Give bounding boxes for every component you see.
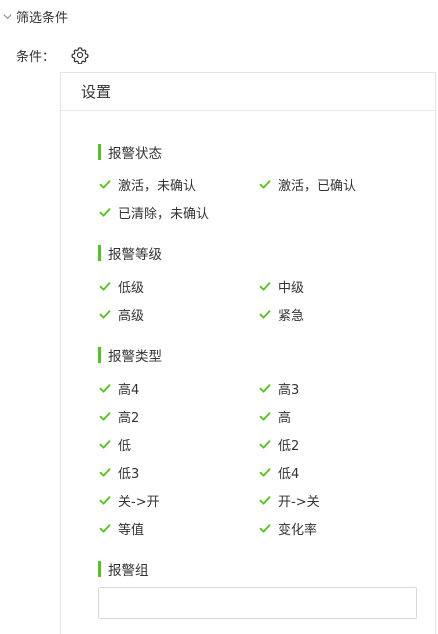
alarm-state-title: 报警状态 — [108, 146, 162, 162]
alarm-type-title: 报警类型 — [108, 349, 162, 365]
checkbox-label: 激活，已确认 — [278, 178, 357, 194]
checkmark-icon — [258, 465, 272, 479]
alarm-type-checkbox[interactable]: 高 — [258, 407, 292, 426]
settings-panel-title: 设置 — [81, 83, 112, 101]
checkmark-icon — [258, 409, 272, 423]
checkmark-icon — [98, 409, 112, 423]
checkbox-label: 紧急 — [278, 308, 305, 324]
checkmark-icon — [258, 381, 272, 395]
checkbox-label: 低 — [118, 438, 132, 454]
condition-label: 条件： — [16, 49, 56, 65]
alarm-level-checkbox[interactable]: 高级 — [98, 305, 145, 324]
checkbox-label: 开->关 — [278, 494, 320, 510]
alarm-type-checkbox[interactable]: 开->关 — [258, 491, 320, 510]
settings-panel: 设置 报警状态 激活，未确认 激活，已确认 已清除，未确认 报警等级 低级 中级… — [60, 72, 436, 634]
alarm-state-checkbox[interactable]: 激活，已确认 — [258, 175, 357, 194]
alarm-type-section-title: 报警类型 — [98, 346, 162, 365]
checkbox-label: 已清除，未确认 — [118, 206, 210, 222]
alarm-level-checkbox[interactable]: 紧急 — [258, 305, 305, 324]
checkmark-icon — [98, 177, 112, 191]
alarm-state-checkbox[interactable]: 已清除，未确认 — [98, 203, 210, 222]
checkbox-label: 高 — [278, 410, 292, 426]
alarm-type-checkbox[interactable]: 低4 — [258, 463, 300, 482]
checkbox-label: 高3 — [278, 382, 300, 398]
checkbox-label: 等值 — [118, 522, 145, 538]
checkmark-icon — [98, 279, 112, 293]
checkbox-label: 高4 — [118, 382, 140, 398]
checkmark-icon — [258, 437, 272, 451]
section-accent-bar — [98, 144, 101, 160]
filter-conditions-title: 筛选条件 — [16, 10, 69, 26]
checkmark-icon — [258, 307, 272, 321]
checkbox-label: 激活，未确认 — [118, 178, 197, 194]
alarm-type-checkbox[interactable]: 高4 — [98, 379, 140, 398]
alarm-type-checkbox[interactable]: 等值 — [98, 519, 145, 538]
alarm-type-checkbox[interactable]: 低2 — [258, 435, 300, 454]
alarm-group-title: 报警组 — [108, 563, 149, 579]
alarm-state-section-title: 报警状态 — [98, 143, 162, 162]
settings-panel-header: 设置 — [61, 73, 435, 111]
alarm-level-title: 报警等级 — [108, 247, 162, 263]
checkmark-icon — [258, 279, 272, 293]
checkbox-label: 高2 — [118, 410, 140, 426]
section-accent-bar — [98, 561, 101, 577]
checkbox-label: 低3 — [118, 466, 140, 482]
checkbox-label: 变化率 — [278, 522, 318, 538]
checkbox-label: 关->开 — [118, 494, 160, 510]
checkbox-label: 低2 — [278, 438, 300, 454]
alarm-group-input[interactable] — [98, 587, 417, 619]
condition-row: 条件： — [16, 44, 89, 66]
checkmark-icon — [98, 465, 112, 479]
alarm-level-checkbox[interactable]: 低级 — [98, 277, 145, 296]
alarm-level-checkbox[interactable]: 中级 — [258, 277, 305, 296]
checkmark-icon — [98, 307, 112, 321]
checkmark-icon — [98, 205, 112, 219]
alarm-type-checkbox[interactable]: 低3 — [98, 463, 140, 482]
checkmark-icon — [258, 493, 272, 507]
checkmark-icon — [98, 521, 112, 535]
filter-conditions-toggle[interactable]: 筛选条件 — [2, 6, 68, 26]
checkmark-icon — [98, 493, 112, 507]
checkmark-icon — [98, 437, 112, 451]
chevron-down-icon — [3, 13, 12, 19]
checkmark-icon — [98, 381, 112, 395]
checkbox-label: 中级 — [278, 280, 305, 296]
alarm-state-checkbox[interactable]: 激活，未确认 — [98, 175, 197, 194]
checkmark-icon — [258, 521, 272, 535]
gear-icon[interactable] — [71, 46, 89, 64]
alarm-level-section-title: 报警等级 — [98, 244, 162, 263]
alarm-type-checkbox[interactable]: 变化率 — [258, 519, 318, 538]
alarm-type-checkbox[interactable]: 低 — [98, 435, 132, 454]
section-accent-bar — [98, 347, 101, 363]
alarm-type-checkbox[interactable]: 高3 — [258, 379, 300, 398]
alarm-type-checkbox[interactable]: 高2 — [98, 407, 140, 426]
alarm-group-section-title: 报警组 — [98, 560, 149, 579]
checkbox-label: 高级 — [118, 308, 145, 324]
checkbox-label: 低级 — [118, 280, 145, 296]
checkbox-label: 低4 — [278, 466, 300, 482]
checkmark-icon — [258, 177, 272, 191]
section-accent-bar — [98, 245, 101, 261]
alarm-type-checkbox[interactable]: 关->开 — [98, 491, 160, 510]
